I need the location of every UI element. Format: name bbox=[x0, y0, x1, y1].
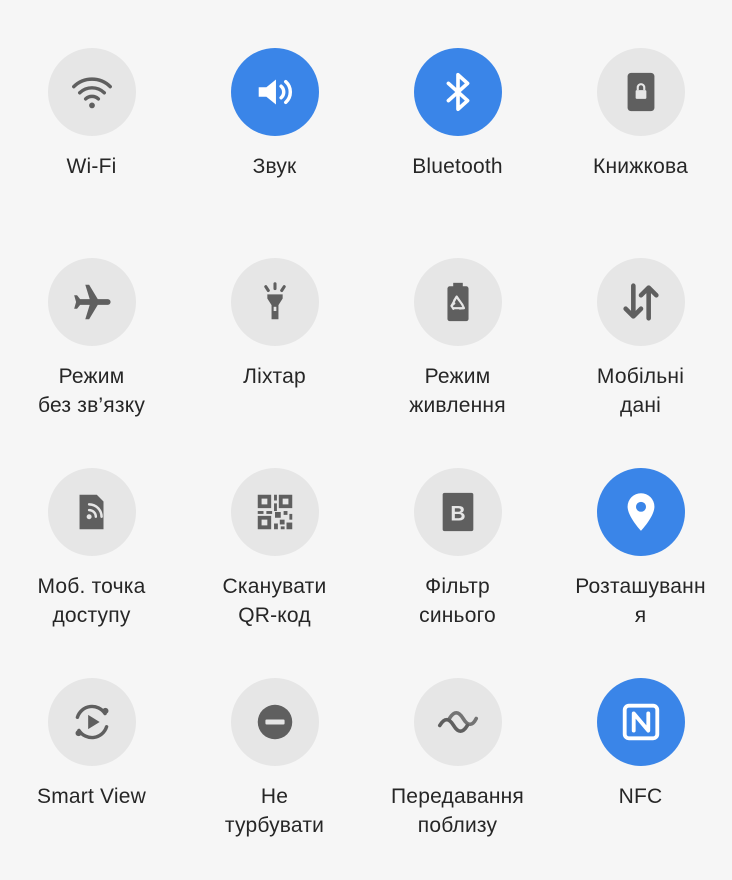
blue-light-filter-icon: B bbox=[442, 492, 473, 532]
flashlight-icon bbox=[263, 282, 286, 320]
tile-smart-view[interactable]: Smart View bbox=[0, 630, 183, 840]
tile-flashlight[interactable]: Ліхтар bbox=[183, 210, 366, 420]
smart-view-icon bbox=[75, 704, 108, 740]
qr-code-icon bbox=[257, 494, 292, 530]
tile-portrait[interactable]: Книжкова bbox=[549, 0, 732, 210]
tile-label: Не турбувати bbox=[224, 785, 325, 837]
location-icon bbox=[627, 493, 654, 531]
bluetooth-icon bbox=[446, 72, 469, 112]
tile-label: Wi-Fi bbox=[66, 155, 117, 178]
tile-power-mode[interactable]: Режим живлення bbox=[366, 210, 549, 420]
mobile-data-toggle[interactable] bbox=[596, 258, 685, 346]
tile-label: Ліхтар bbox=[243, 365, 306, 388]
qr-scan-toggle[interactable] bbox=[230, 468, 319, 556]
tile-label: Книжкова bbox=[593, 155, 688, 178]
portrait-toggle[interactable] bbox=[596, 48, 685, 136]
tile-label: NFC bbox=[618, 785, 663, 808]
tile-nearby-share[interactable]: Передавання поблизу bbox=[366, 630, 549, 840]
airplane-toggle[interactable] bbox=[47, 258, 136, 346]
power-mode-toggle[interactable] bbox=[413, 258, 502, 346]
tile-label: Smart View bbox=[37, 785, 146, 808]
battery-saver-icon bbox=[446, 282, 469, 322]
tile-dnd[interactable]: Не турбувати bbox=[183, 630, 366, 840]
tile-label: Фільтр синього bbox=[419, 575, 496, 627]
portrait-lock-icon bbox=[627, 72, 654, 112]
sound-toggle[interactable] bbox=[230, 48, 319, 136]
nfc-icon bbox=[622, 703, 659, 741]
tile-label: Режим без зв’язку bbox=[37, 365, 146, 417]
tile-label: Розташуванн я bbox=[575, 575, 706, 627]
flashlight-toggle[interactable] bbox=[230, 258, 319, 346]
tile-qr-scan[interactable]: Сканувати QR-код bbox=[183, 420, 366, 630]
blue-filter-toggle[interactable]: B bbox=[413, 468, 502, 556]
tile-airplane[interactable]: Режим без зв’язку bbox=[0, 210, 183, 420]
tile-label: Bluetooth bbox=[412, 155, 503, 178]
tile-label: Моб. точка доступу bbox=[37, 575, 146, 627]
wifi-toggle[interactable] bbox=[47, 48, 136, 136]
dnd-toggle[interactable] bbox=[230, 678, 319, 766]
hotspot-icon bbox=[79, 494, 103, 530]
tile-label: Сканувати QR-код bbox=[222, 575, 327, 627]
mobile-data-icon bbox=[622, 283, 659, 321]
nearby-share-icon bbox=[437, 711, 478, 733]
nearby-share-toggle[interactable] bbox=[413, 678, 502, 766]
tile-blue-filter[interactable]: B Фільтр синього bbox=[366, 420, 549, 630]
tile-wifi[interactable]: Wi-Fi bbox=[0, 0, 183, 210]
tile-label: Передавання поблизу bbox=[391, 785, 524, 837]
sound-icon bbox=[258, 79, 292, 105]
hotspot-toggle[interactable] bbox=[47, 468, 136, 556]
svg-text:B: B bbox=[450, 503, 465, 526]
tile-sound[interactable]: Звук bbox=[183, 0, 366, 210]
tile-location[interactable]: Розташуванн я bbox=[549, 420, 732, 630]
do-not-disturb-icon bbox=[257, 704, 292, 740]
tile-label: Звук bbox=[252, 155, 297, 178]
airplane-icon bbox=[73, 284, 111, 320]
bluetooth-toggle[interactable] bbox=[413, 48, 502, 136]
tile-label: Мобільні дані bbox=[596, 365, 685, 417]
quick-settings-panel: Wi-Fi Звук Bluetooth Книжкова Режим без … bbox=[0, 0, 732, 880]
location-toggle[interactable] bbox=[596, 468, 685, 556]
nfc-toggle[interactable] bbox=[596, 678, 685, 766]
tile-mobile-data[interactable]: Мобільні дані bbox=[549, 210, 732, 420]
tile-label: Режим живлення bbox=[409, 365, 506, 417]
tile-bluetooth[interactable]: Bluetooth bbox=[366, 0, 549, 210]
smart-view-toggle[interactable] bbox=[47, 678, 136, 766]
wifi-icon bbox=[71, 77, 112, 109]
tile-nfc[interactable]: NFC bbox=[549, 630, 732, 840]
tile-hotspot[interactable]: Моб. точка доступу bbox=[0, 420, 183, 630]
